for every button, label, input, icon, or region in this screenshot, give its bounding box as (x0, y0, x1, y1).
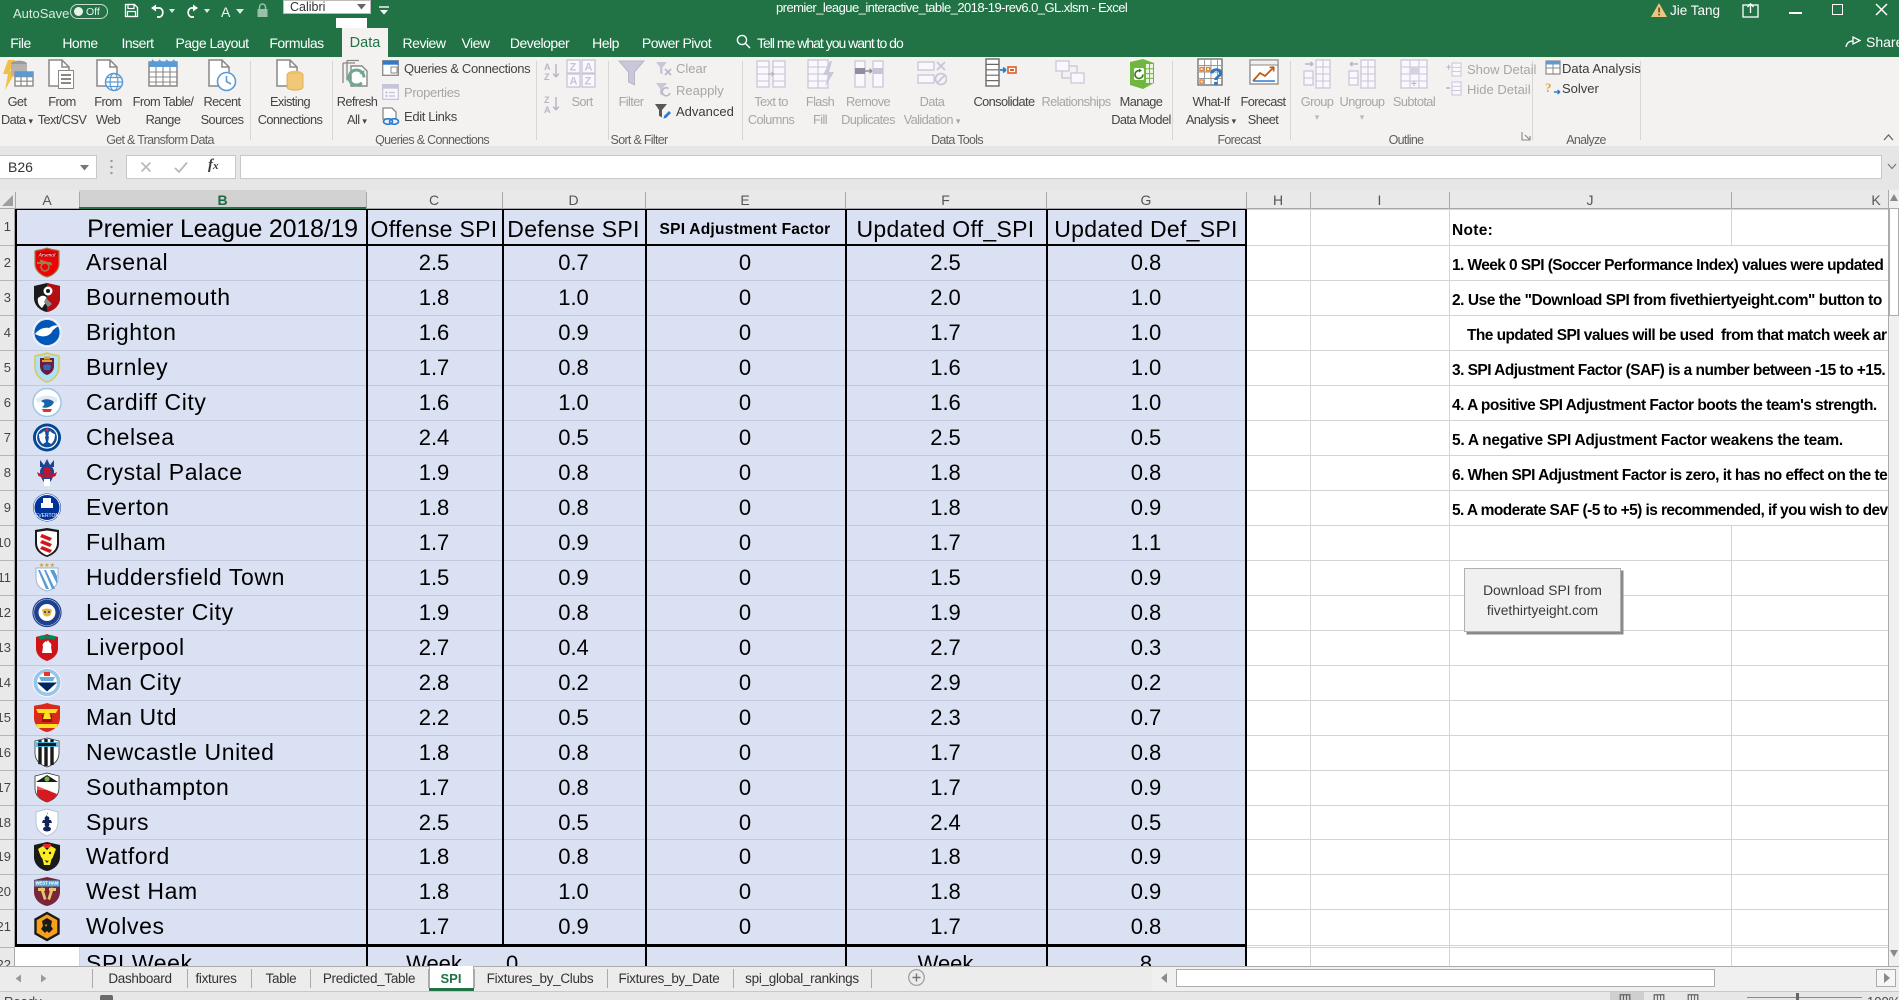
svg-text:A: A (544, 105, 551, 114)
svg-text:★★★: ★★★ (39, 562, 55, 569)
svg-text:Z: Z (544, 95, 550, 105)
svg-text:A: A (585, 62, 593, 74)
svg-text:Z: Z (570, 62, 577, 74)
svg-text:Z: Z (544, 72, 550, 81)
svg-text:WEST HAM: WEST HAM (36, 881, 59, 886)
svg-text:?: ? (1209, 64, 1224, 90)
svg-text:+: + (1411, 79, 1417, 89)
svg-text:EVERTON: EVERTON (35, 513, 59, 519)
svg-text:+: + (1446, 62, 1451, 72)
svg-text:Z: Z (585, 76, 592, 88)
svg-text:?: ? (1545, 80, 1552, 95)
svg-text:Arsenal: Arsenal (37, 253, 56, 259)
svg-text:A: A (544, 62, 551, 72)
svg-text:A: A (570, 76, 578, 88)
